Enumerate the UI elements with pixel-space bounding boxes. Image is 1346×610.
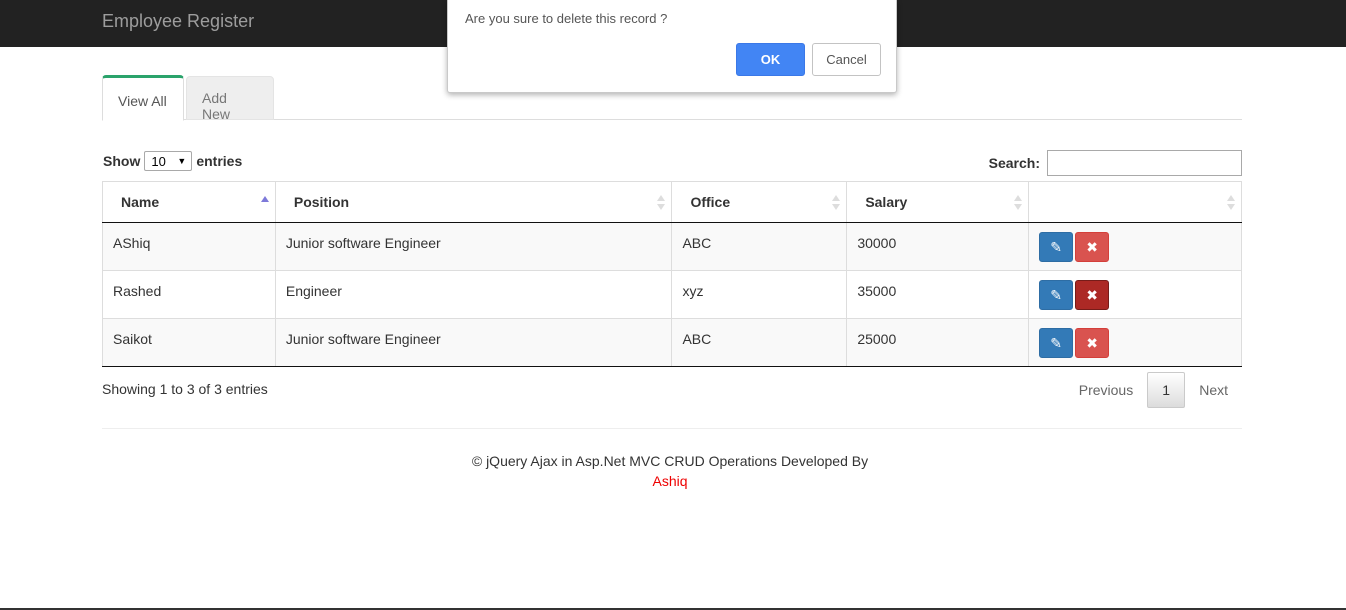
sort-icon bbox=[657, 195, 666, 211]
confirm-dialog: Are you sure to delete this record ? OK … bbox=[447, 0, 897, 93]
tab-view-all[interactable]: View All bbox=[102, 75, 184, 121]
tab-add-new[interactable]: Add New bbox=[186, 76, 274, 122]
employee-table: Name Position Office Salary AShiq Junior… bbox=[102, 181, 1242, 367]
delete-button[interactable]: ✖ bbox=[1075, 232, 1110, 262]
next-button[interactable]: Next bbox=[1185, 372, 1242, 408]
table-row: AShiq Junior software Engineer ABC 30000… bbox=[102, 222, 1242, 271]
sort-icon bbox=[1014, 195, 1023, 211]
previous-button[interactable]: Previous bbox=[1065, 372, 1147, 408]
page-size-control: Show 10 ▼ entries bbox=[103, 151, 242, 171]
cell-position: Junior software Engineer bbox=[274, 318, 673, 367]
table-row: Saikot Junior software Engineer ABC 2500… bbox=[102, 318, 1242, 367]
page-button-current[interactable]: 1 bbox=[1147, 372, 1186, 408]
brand-title[interactable]: Employee Register bbox=[102, 11, 254, 32]
footer: © jQuery Ajax in Asp.Net MVC CRUD Operat… bbox=[0, 451, 1340, 491]
cell-salary: 30000 bbox=[846, 222, 1030, 271]
search-control: Search: bbox=[989, 150, 1242, 176]
cell-office: ABC bbox=[671, 222, 848, 271]
cell-position: Engineer bbox=[274, 270, 673, 319]
pagination: Previous 1 Next bbox=[1065, 372, 1242, 408]
edit-button[interactable]: ✎ bbox=[1039, 232, 1074, 262]
cell-office: xyz bbox=[671, 270, 848, 319]
column-header-office[interactable]: Office bbox=[671, 181, 848, 223]
ok-button[interactable]: OK bbox=[736, 43, 805, 76]
column-header-actions[interactable] bbox=[1028, 181, 1242, 223]
cell-name: Rashed bbox=[102, 270, 276, 319]
cell-salary: 35000 bbox=[846, 270, 1030, 319]
footer-text: © jQuery Ajax in Asp.Net MVC CRUD Operat… bbox=[471, 453, 869, 469]
show-label: Show bbox=[103, 153, 141, 169]
entries-label: entries bbox=[196, 153, 243, 169]
delete-button[interactable]: ✖ bbox=[1075, 280, 1110, 310]
search-input[interactable] bbox=[1047, 150, 1242, 176]
cell-name: AShiq bbox=[102, 222, 276, 271]
column-header-label: Office bbox=[690, 194, 731, 210]
cell-actions: ✎ ✖ bbox=[1028, 222, 1242, 271]
dialog-message: Are you sure to delete this record ? bbox=[465, 11, 668, 26]
times-icon: ✖ bbox=[1086, 286, 1099, 303]
sort-icon bbox=[832, 195, 841, 211]
column-header-label: Salary bbox=[865, 194, 908, 210]
edit-button[interactable]: ✎ bbox=[1039, 328, 1074, 358]
cell-name: Saikot bbox=[102, 318, 276, 367]
search-label: Search: bbox=[988, 155, 1040, 171]
cell-office: ABC bbox=[671, 318, 848, 367]
cell-salary: 25000 bbox=[846, 318, 1030, 367]
edit-button[interactable]: ✎ bbox=[1039, 280, 1074, 310]
page-size-value: 10 bbox=[151, 153, 166, 169]
cell-actions: ✎ ✖ bbox=[1028, 270, 1242, 319]
delete-button[interactable]: ✖ bbox=[1075, 328, 1110, 358]
pencil-icon: ✎ bbox=[1050, 238, 1063, 255]
pencil-icon: ✎ bbox=[1050, 286, 1063, 303]
table-info: Showing 1 to 3 of 3 entries bbox=[102, 381, 268, 397]
column-header-name[interactable]: Name bbox=[102, 181, 276, 223]
footer-author-link[interactable]: Ashiq bbox=[0, 471, 1340, 491]
column-header-salary[interactable]: Salary bbox=[846, 181, 1030, 223]
sort-asc-icon bbox=[260, 195, 269, 211]
chevron-down-icon: ▼ bbox=[177, 156, 187, 166]
footer-divider bbox=[102, 428, 1242, 429]
column-header-label: Position bbox=[293, 194, 350, 210]
times-icon: ✖ bbox=[1086, 334, 1099, 351]
cell-actions: ✎ ✖ bbox=[1028, 318, 1242, 367]
cancel-button[interactable]: Cancel bbox=[812, 43, 881, 76]
column-header-position[interactable]: Position bbox=[274, 181, 673, 223]
column-header-label: Name bbox=[121, 194, 160, 210]
table-row: Rashed Engineer xyz 35000 ✎ ✖ bbox=[102, 270, 1242, 319]
pencil-icon: ✎ bbox=[1050, 334, 1063, 351]
times-icon: ✖ bbox=[1086, 238, 1099, 255]
sort-icon bbox=[1227, 195, 1235, 211]
cell-position: Junior software Engineer bbox=[274, 222, 673, 271]
page-size-select[interactable]: 10 ▼ bbox=[144, 151, 193, 171]
table-header-row: Name Position Office Salary bbox=[102, 181, 1242, 223]
